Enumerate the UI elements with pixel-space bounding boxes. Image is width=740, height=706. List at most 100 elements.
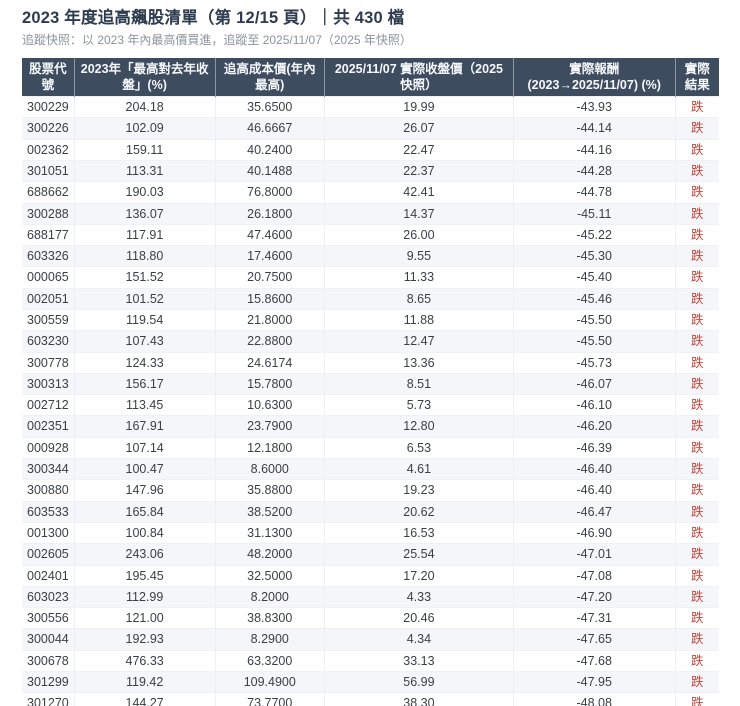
table-header-row: 股票代號 2023年「最高對去年收盤」(%) 追高成本價(年內最高) 2025/11/… [22,58,719,97]
stock-code-cell: 300044 [22,628,75,651]
table-row: 603230 107.43 22.8800 12.47 -45.50 跌 [22,330,719,353]
column-header-6: 實際結果 [675,58,719,97]
actual-close-cell: 19.23 [324,479,514,502]
peak-vs-prev-close-cell: 476.33 [74,649,216,672]
actual-close-cell: 11.88 [324,308,514,331]
actual-return-cell: -44.78 [513,181,676,204]
peak-vs-prev-close-cell: 195.45 [74,564,216,587]
peak-vs-prev-close-cell: 107.43 [74,330,216,353]
actual-return-cell: -46.39 [513,436,676,459]
actual-return-cell: -47.01 [513,543,676,566]
stock-code-cell: 300344 [22,458,75,480]
chase-cost-cell: 35.6500 [215,96,325,118]
actual-close-cell: 4.34 [324,628,514,651]
stock-code-cell: 002362 [22,138,75,161]
chase-cost-cell: 10.6300 [215,394,325,416]
table-row: 688177 117.91 47.4600 26.00 -45.22 跌 [22,223,719,246]
result-cell: 跌 [675,223,719,246]
actual-return-cell: -44.28 [513,159,676,182]
chase-cost-cell: 21.8000 [215,308,325,331]
actual-return-cell: -45.46 [513,287,676,310]
chase-cost-cell: 22.8800 [215,330,325,353]
chase-cost-cell: 32.5000 [215,564,325,587]
table-row: 300313 156.17 15.7800 8.51 -46.07 跌 [22,372,719,395]
actual-return-cell: -44.14 [513,117,676,140]
actual-close-cell: 13.36 [324,351,514,374]
peak-vs-prev-close-cell: 113.31 [74,159,216,182]
peak-vs-prev-close-cell: 119.42 [74,671,216,693]
actual-close-cell: 25.54 [324,543,514,566]
actual-return-cell: -46.47 [513,500,676,523]
actual-close-cell: 12.47 [324,330,514,353]
stock-code-cell: 300778 [22,351,75,374]
result-cell: 跌 [675,671,719,693]
stock-code-cell: 002712 [22,394,75,416]
stock-code-cell: 300678 [22,649,75,672]
stock-code-cell: 300559 [22,308,75,331]
actual-return-cell: -45.40 [513,266,676,289]
chase-cost-cell: 38.5200 [215,500,325,523]
actual-close-cell: 11.33 [324,266,514,289]
chase-cost-cell: 15.8600 [215,287,325,310]
actual-close-cell: 20.62 [324,500,514,523]
actual-return-cell: -46.90 [513,521,676,544]
actual-return-cell: -47.08 [513,564,676,587]
table-header: 股票代號 2023年「最高對去年收盤」(%) 追高成本價(年內最高) 2025/11/… [22,58,719,97]
table-row: 300556 121.00 38.8300 20.46 -47.31 跌 [22,607,719,629]
actual-close-cell: 26.00 [324,223,514,246]
chase-cost-cell: 8.2000 [215,585,325,608]
peak-vs-prev-close-cell: 101.52 [74,287,216,310]
peak-vs-prev-close-cell: 100.47 [74,458,216,480]
page-subtitle: 追蹤快照：以 2023 年內最高價買進，追蹤至 2025/11/07（2025 … [22,33,412,48]
actual-return-cell: -45.50 [513,308,676,331]
result-cell: 跌 [675,479,719,502]
chase-cost-cell: 76.8000 [215,181,325,204]
peak-vs-prev-close-cell: 112.99 [74,585,216,608]
peak-vs-prev-close-cell: 159.11 [74,138,216,161]
stock-code-cell: 001300 [22,521,75,544]
result-cell: 跌 [675,287,719,310]
stock-code-cell: 301051 [22,159,75,182]
result-cell: 跌 [675,543,719,566]
column-header-5: 實際報酬 (2023→2025/11/07) (%) [513,58,676,97]
result-cell: 跌 [675,372,719,395]
actual-close-cell: 5.73 [324,394,514,416]
actual-close-cell: 8.51 [324,372,514,395]
table-row: 300229 204.18 35.6500 19.99 -43.93 跌 [22,96,719,118]
stock-code-cell: 688662 [22,181,75,204]
result-cell: 跌 [675,436,719,459]
stock-code-cell: 603230 [22,330,75,353]
peak-vs-prev-close-cell: 144.27 [74,692,216,706]
actual-return-cell: -45.50 [513,330,676,353]
column-header-3: 追高成本價(年內最高) [215,58,325,97]
table-row: 300678 476.33 63.3200 33.13 -47.68 跌 [22,649,719,672]
stock-code-cell: 002351 [22,415,75,438]
stock-code-cell: 301270 [22,692,75,706]
peak-vs-prev-close-cell: 119.54 [74,308,216,331]
chase-cost-cell: 24.6174 [215,351,325,374]
actual-close-cell: 16.53 [324,521,514,544]
result-cell: 跌 [675,245,719,267]
actual-return-cell: -47.31 [513,607,676,629]
result-cell: 跌 [675,181,719,204]
chase-cost-cell: 109.4900 [215,671,325,693]
result-cell: 跌 [675,202,719,225]
table-row: 002712 113.45 10.6300 5.73 -46.10 跌 [22,394,719,416]
actual-return-cell: -45.73 [513,351,676,374]
peak-vs-prev-close-cell: 156.17 [74,372,216,395]
actual-close-cell: 4.61 [324,458,514,480]
table-row: 300778 124.33 24.6174 13.36 -45.73 跌 [22,351,719,374]
stock-code-cell: 002605 [22,543,75,566]
actual-close-cell: 6.53 [324,436,514,459]
table-row: 300559 119.54 21.8000 11.88 -45.50 跌 [22,308,719,331]
actual-return-cell: -47.20 [513,585,676,608]
stock-code-cell: 688177 [22,223,75,246]
stock-code-cell: 300556 [22,607,75,629]
chase-cost-cell: 46.6667 [215,117,325,140]
actual-close-cell: 33.13 [324,649,514,672]
stock-code-cell: 300229 [22,96,75,118]
stock-code-cell: 002401 [22,564,75,587]
actual-close-cell: 17.20 [324,564,514,587]
peak-vs-prev-close-cell: 102.09 [74,117,216,140]
chase-cost-cell: 8.2900 [215,628,325,651]
